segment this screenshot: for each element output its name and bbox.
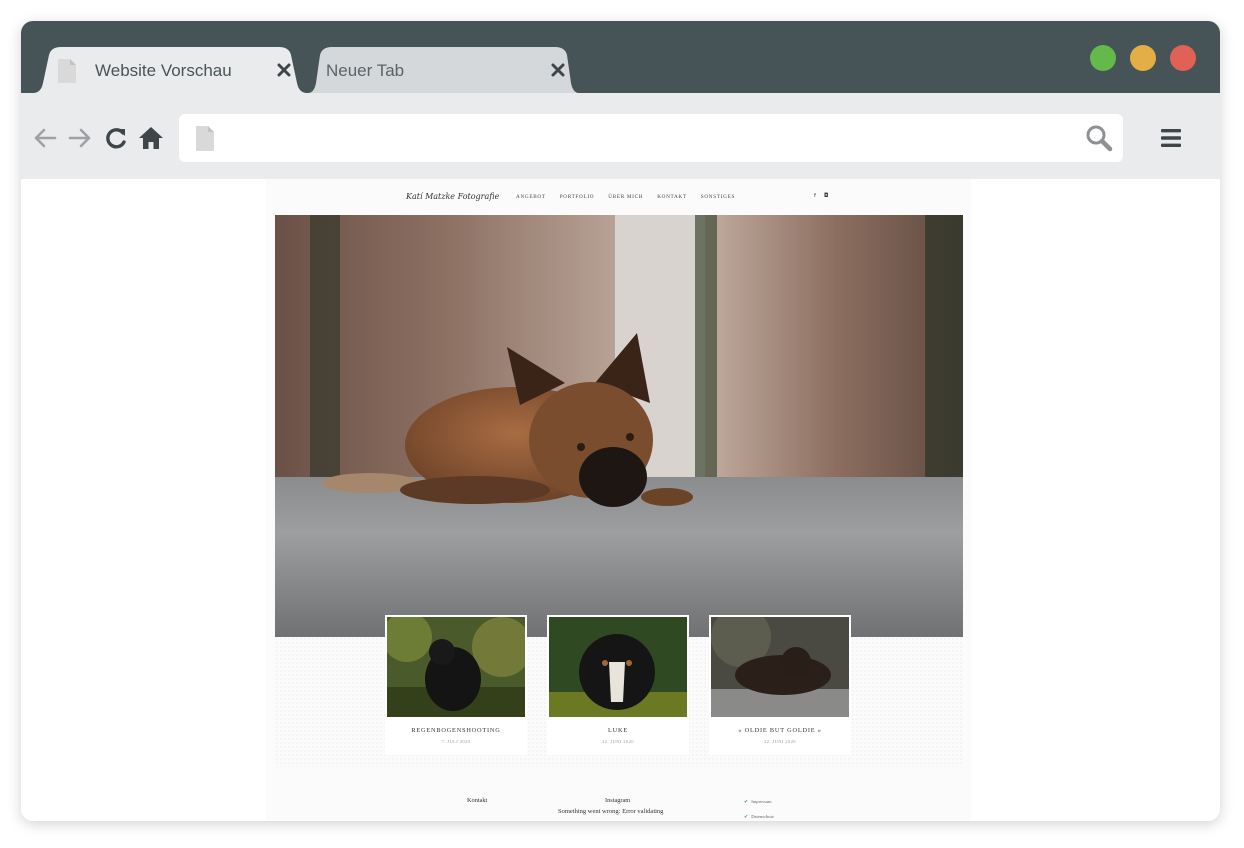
nav-item-kontakt[interactable]: KONTAKT <box>657 194 687 200</box>
post-thumbnail[interactable] <box>711 617 849 717</box>
site-nav: ANGEBOT PORTFOLIO ÜBER MICH KONTAKT SONS… <box>516 194 735 200</box>
search-icon[interactable] <box>1085 124 1113 152</box>
yellow-light[interactable] <box>1130 45 1156 71</box>
facebook-icon[interactable]: f <box>814 193 816 199</box>
hamburger-menu-icon[interactable] <box>1161 128 1181 148</box>
social-links: f ◘ <box>814 193 828 199</box>
reload-icon[interactable] <box>103 125 129 151</box>
hero-photo <box>275 215 963 637</box>
post-title[interactable]: « OLDIE BUT GOLDIE » <box>709 727 851 734</box>
window-controls <box>1090 45 1196 71</box>
red-light[interactable] <box>1170 45 1196 71</box>
post-date: 22. JUNI 2020 <box>602 739 634 744</box>
post-thumbnail[interactable] <box>549 617 687 717</box>
home-icon[interactable] <box>138 125 164 151</box>
check-icon: ✔ <box>744 800 749 805</box>
footer-kontakt-heading: Kontakt <box>467 797 488 804</box>
close-icon[interactable] <box>275 61 293 79</box>
nav-item-portfolio[interactable]: PORTFOLIO <box>560 194 595 200</box>
nav-item-sonstiges[interactable]: SONSTIGES <box>701 194 735 200</box>
back-arrow-icon[interactable] <box>32 125 58 151</box>
footer-link-impressum[interactable]: ✔ Impressum <box>744 799 774 805</box>
post-thumbnail[interactable] <box>387 617 525 717</box>
close-icon[interactable] <box>549 61 567 79</box>
document-icon <box>196 126 214 151</box>
tab-strip: Website Vorschau Neuer Tab <box>21 21 1220 93</box>
footer-link-datenschutz[interactable]: ✔ Datenschutz <box>744 814 774 820</box>
tab-label: Website Vorschau <box>95 61 232 80</box>
instagram-icon[interactable]: ◘ <box>824 193 828 199</box>
post-card-luke[interactable]: LUKE 22. JUNI 2020 <box>547 615 689 755</box>
browser-toolbar <box>21 93 1220 179</box>
site-footer: Kontakt Instagram Something went wrong: … <box>266 779 971 821</box>
green-light[interactable] <box>1090 45 1116 71</box>
nav-item-angebot[interactable]: ANGEBOT <box>516 194 546 200</box>
footer-instagram-heading: Instagram <box>605 797 631 804</box>
check-icon: ✔ <box>744 815 749 820</box>
nav-item-ueber-mich[interactable]: ÜBER MICH <box>608 194 643 200</box>
post-card-oldie-but-goldie[interactable]: « OLDIE BUT GOLDIE » 22. JUNI 2020 <box>709 615 851 755</box>
browser-window: Website Vorschau Neuer Tab Katí Matzke F… <box>21 21 1220 821</box>
tab-neuer-tab[interactable]: Neuer Tab <box>308 47 579 93</box>
site-header: Katí Matzke Fotografie ANGEBOT PORTFOLIO… <box>266 179 971 215</box>
tab-label: Neuer Tab <box>326 61 405 80</box>
document-icon <box>58 59 76 83</box>
post-title[interactable]: LUKE <box>547 727 689 734</box>
instagram-error-message: Something went wrong: Error validating <box>558 808 664 815</box>
address-bar[interactable] <box>179 114 1123 162</box>
footer-link-label[interactable]: Datenschutz <box>751 814 774 819</box>
site-logo[interactable]: Katí Matzke Fotografie <box>406 192 499 201</box>
post-date: 7. JULI 2020 <box>441 739 471 744</box>
tab-website-vorschau[interactable]: Website Vorschau <box>33 47 307 93</box>
forward-arrow-icon[interactable] <box>67 125 93 151</box>
post-date: 22. JUNI 2020 <box>764 739 796 744</box>
post-card-regenbogenshooting[interactable]: REGENBOGENSHOOTING 7. JULI 2020 <box>385 615 527 755</box>
website: Katí Matzke Fotografie ANGEBOT PORTFOLIO… <box>266 179 971 821</box>
footer-links: ✔ Impressum ✔ Datenschutz <box>744 799 774 821</box>
post-title[interactable]: REGENBOGENSHOOTING <box>385 727 527 734</box>
page-viewport: Katí Matzke Fotografie ANGEBOT PORTFOLIO… <box>21 179 1220 821</box>
footer-link-label[interactable]: Impressum <box>751 799 771 804</box>
